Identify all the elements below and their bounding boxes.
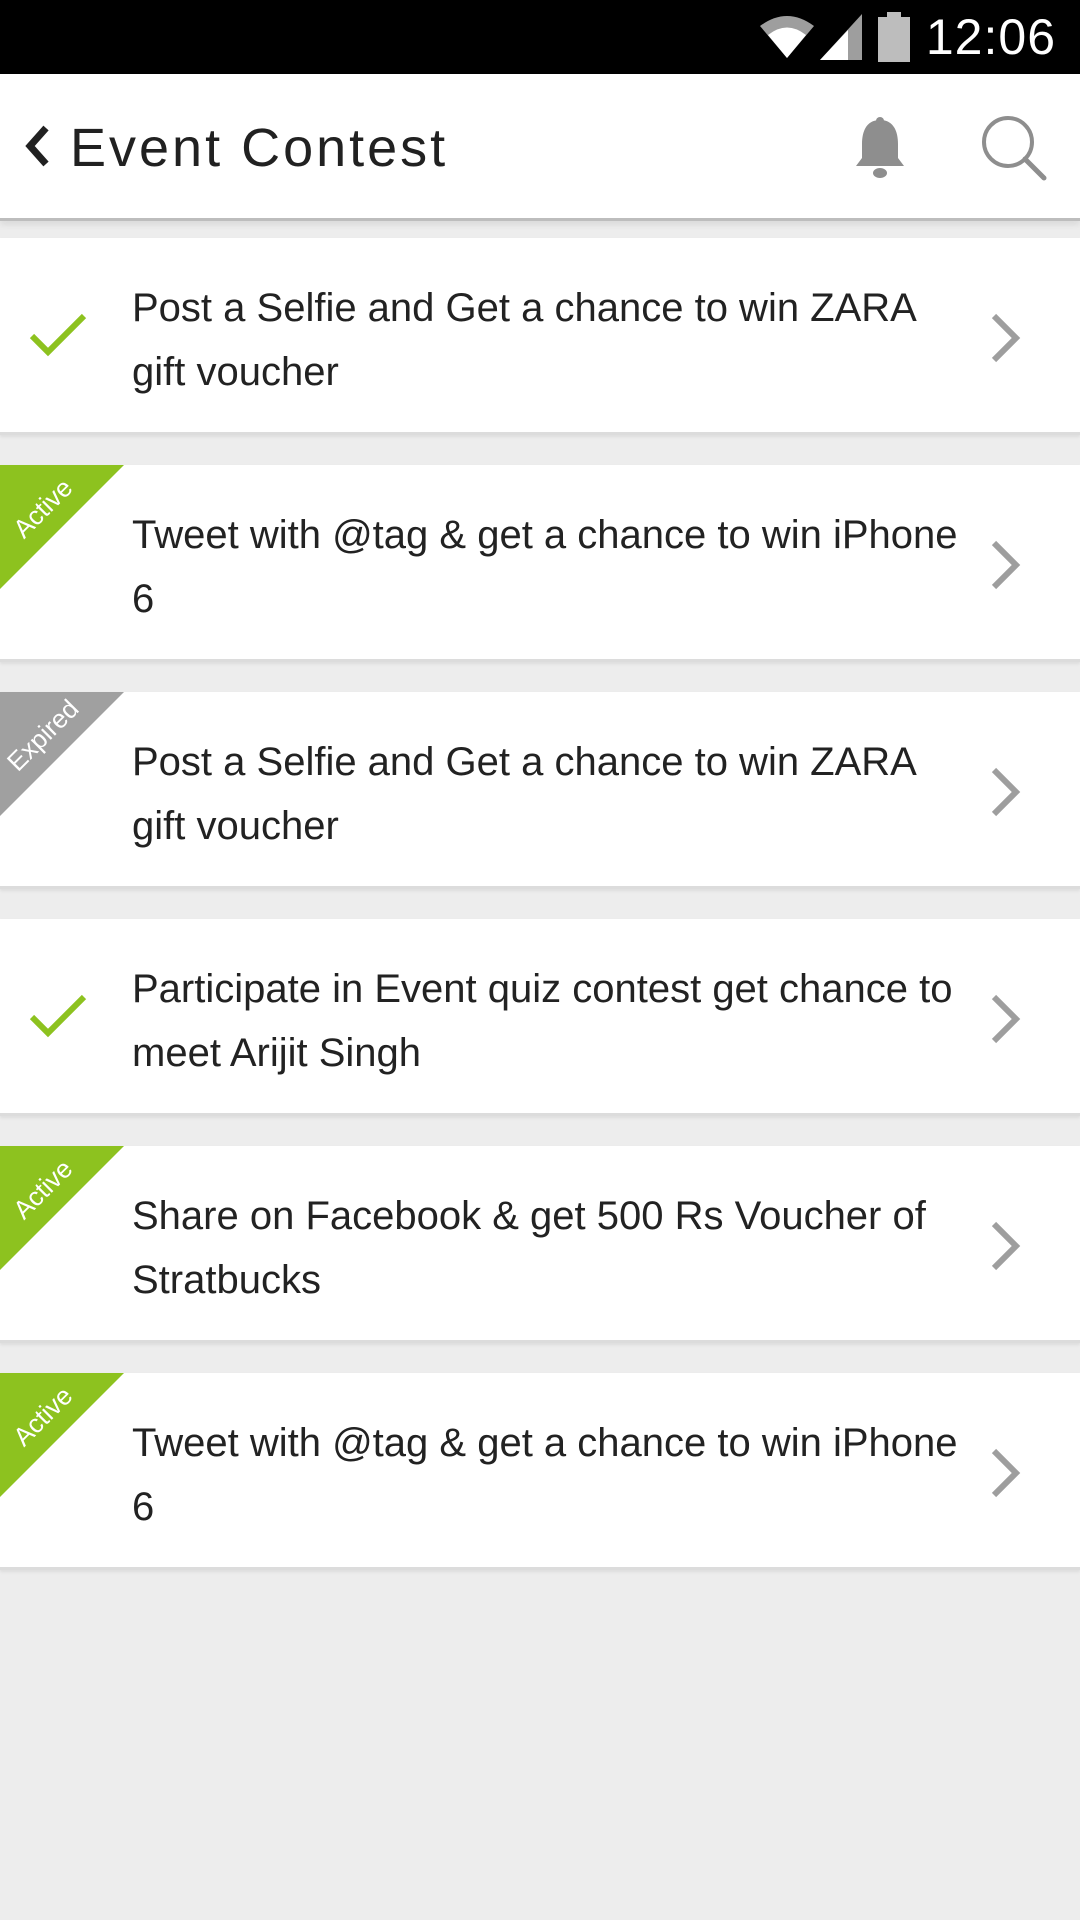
back-button[interactable] xyxy=(14,118,62,174)
contest-card[interactable]: Expired Post a Selfie and Get a chance t… xyxy=(0,692,1080,889)
notifications-button[interactable] xyxy=(852,114,908,184)
app-bar: Event Contest xyxy=(0,74,1080,221)
ribbon-label: Active xyxy=(7,472,79,544)
expired-ribbon: Expired xyxy=(0,692,124,816)
contest-title: Tweet with @tag & get a chance to win iP… xyxy=(132,513,958,621)
contest-list: Post a Selfie and Get a chance to win ZA… xyxy=(0,238,1080,1600)
contest-title: Share on Facebook & get 500 Rs Voucher o… xyxy=(132,1194,926,1302)
checkmark-icon xyxy=(29,313,87,357)
back-chevron-icon xyxy=(25,125,49,167)
search-icon xyxy=(982,116,1047,181)
bell-icon xyxy=(856,117,904,178)
wifi-icon xyxy=(758,14,816,60)
ribbon-label: Active xyxy=(7,1153,79,1225)
signal-icon xyxy=(818,12,864,62)
contest-title: Participate in Event quiz contest get ch… xyxy=(132,967,953,1075)
contest-card[interactable]: Active Tweet with @tag & get a chance to… xyxy=(0,465,1080,662)
search-button[interactable] xyxy=(978,112,1048,182)
chevron-right-icon xyxy=(991,994,1021,1044)
chevron-right-icon xyxy=(991,767,1021,817)
checkmark-icon xyxy=(29,994,87,1038)
ribbon-label: Expired xyxy=(0,693,85,777)
contest-card[interactable]: Active Tweet with @tag & get a chance to… xyxy=(0,1373,1080,1570)
chevron-right-icon xyxy=(991,313,1021,363)
chevron-right-icon xyxy=(991,1448,1021,1498)
status-bar: 12:06 xyxy=(0,0,1080,74)
status-icons: 12:06 xyxy=(758,0,1056,74)
active-ribbon: Active xyxy=(0,1146,124,1270)
ribbon-label: Active xyxy=(7,1380,79,1452)
battery-icon xyxy=(877,12,910,62)
chevron-right-icon xyxy=(991,1221,1021,1271)
contest-title: Post a Selfie and Get a chance to win ZA… xyxy=(132,286,915,394)
chevron-right-icon xyxy=(991,540,1021,590)
contest-card[interactable]: Post a Selfie and Get a chance to win ZA… xyxy=(0,238,1080,435)
contest-card[interactable]: Participate in Event quiz contest get ch… xyxy=(0,919,1080,1116)
status-time: 12:06 xyxy=(925,9,1056,65)
page-title: Event Contest xyxy=(70,118,449,178)
contest-title: Tweet with @tag & get a chance to win iP… xyxy=(132,1421,958,1529)
active-ribbon: Active xyxy=(0,465,124,589)
active-ribbon: Active xyxy=(0,1373,124,1497)
contest-title: Post a Selfie and Get a chance to win ZA… xyxy=(132,740,915,848)
contest-card[interactable]: Active Share on Facebook & get 500 Rs Vo… xyxy=(0,1146,1080,1343)
